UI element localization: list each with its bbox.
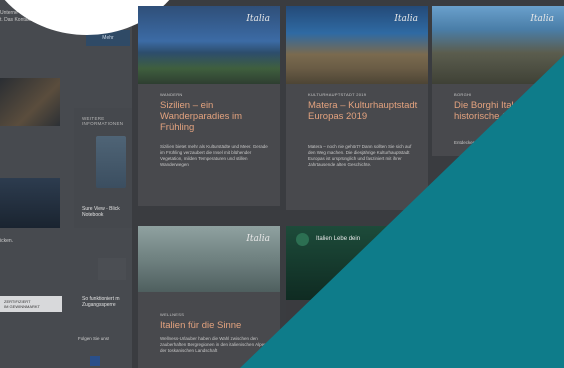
teal-triangle-overlay [240,55,564,368]
teal-triangle-shape [240,55,564,368]
screenshot-stage: Unterne t. Das Kontakt Mehr icken. ZERTI… [0,0,564,368]
